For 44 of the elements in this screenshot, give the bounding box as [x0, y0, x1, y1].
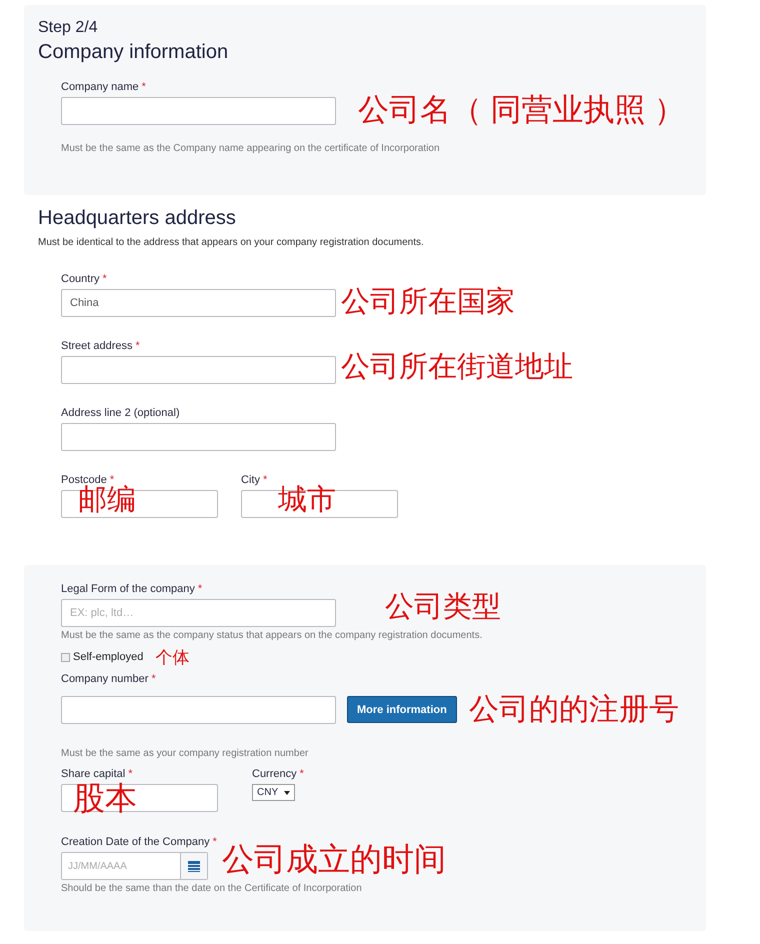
- annotation-text: 公司成立的时间: [222, 842, 446, 878]
- country-field[interactable]: China: [61, 289, 336, 317]
- company-name-field[interactable]: [61, 97, 336, 125]
- help-text: Must be the same as the Company name appearing on the certificate of Incorporation: [61, 143, 441, 154]
- dropdown-icon: [284, 790, 290, 794]
- field-label: Country *: [61, 273, 108, 287]
- calendar-button[interactable]: [181, 853, 207, 879]
- more-information-button[interactable]: More information: [347, 696, 457, 723]
- annotation-text: 股本: [73, 781, 137, 816]
- annotation-text: 公司的的注册号: [468, 692, 679, 728]
- date-field[interactable]: JJ/MM/AAAA: [61, 852, 208, 880]
- legal-form-field[interactable]: EX: plc, ltd…: [61, 599, 336, 627]
- field-label: Company number *: [61, 673, 157, 687]
- annotation-text: 公司所在国家: [341, 287, 515, 319]
- help-text: Must be the same as the company status that appears on the company registration documents.: [61, 630, 484, 641]
- field-label: Address line 2 (optional): [61, 407, 181, 421]
- share-capital-field[interactable]: [61, 784, 218, 812]
- street-field[interactable]: [61, 356, 336, 384]
- field-label: Currency *: [252, 768, 304, 782]
- field-label: Company name *: [61, 81, 147, 95]
- address-line-field[interactable]: [61, 423, 336, 451]
- field-label: City *: [241, 474, 268, 488]
- currency-select[interactable]: CNY: [252, 784, 295, 801]
- self-employed-checkbox[interactable]: [61, 652, 70, 662]
- annotation-text: 个体: [155, 646, 190, 668]
- annotation-text: 邮编: [78, 485, 136, 517]
- section-description: Must be identical to the address that appears on your company registration documents.: [38, 237, 425, 248]
- help-text: Should be the same than the date on the Certificate of Incorporation: [61, 883, 363, 894]
- section-title: Headquarters address: [38, 207, 237, 231]
- annotation-text: 公司名（ 同营业执照 ）: [358, 93, 686, 128]
- field-label: Postcode *: [61, 474, 114, 486]
- checkbox-label: Self-employed: [73, 651, 144, 663]
- annotation-text: 公司类型: [385, 592, 501, 624]
- field-label: Share capital *: [61, 768, 134, 782]
- section-title: Company information: [38, 41, 230, 65]
- step-indicator: Step 2/4: [38, 19, 99, 38]
- annotation-text: 城市: [278, 485, 336, 517]
- help-text: Must be the same as your company registration number: [61, 748, 310, 759]
- field-label: Legal Form of the company *: [61, 583, 204, 597]
- field-label: Street address *: [61, 340, 141, 354]
- calendar-icon: [188, 860, 200, 872]
- field-label: Creation Date of the Company *: [61, 836, 218, 850]
- company-number-field[interactable]: [61, 696, 336, 724]
- annotation-text: 公司所在街道地址: [341, 352, 573, 384]
